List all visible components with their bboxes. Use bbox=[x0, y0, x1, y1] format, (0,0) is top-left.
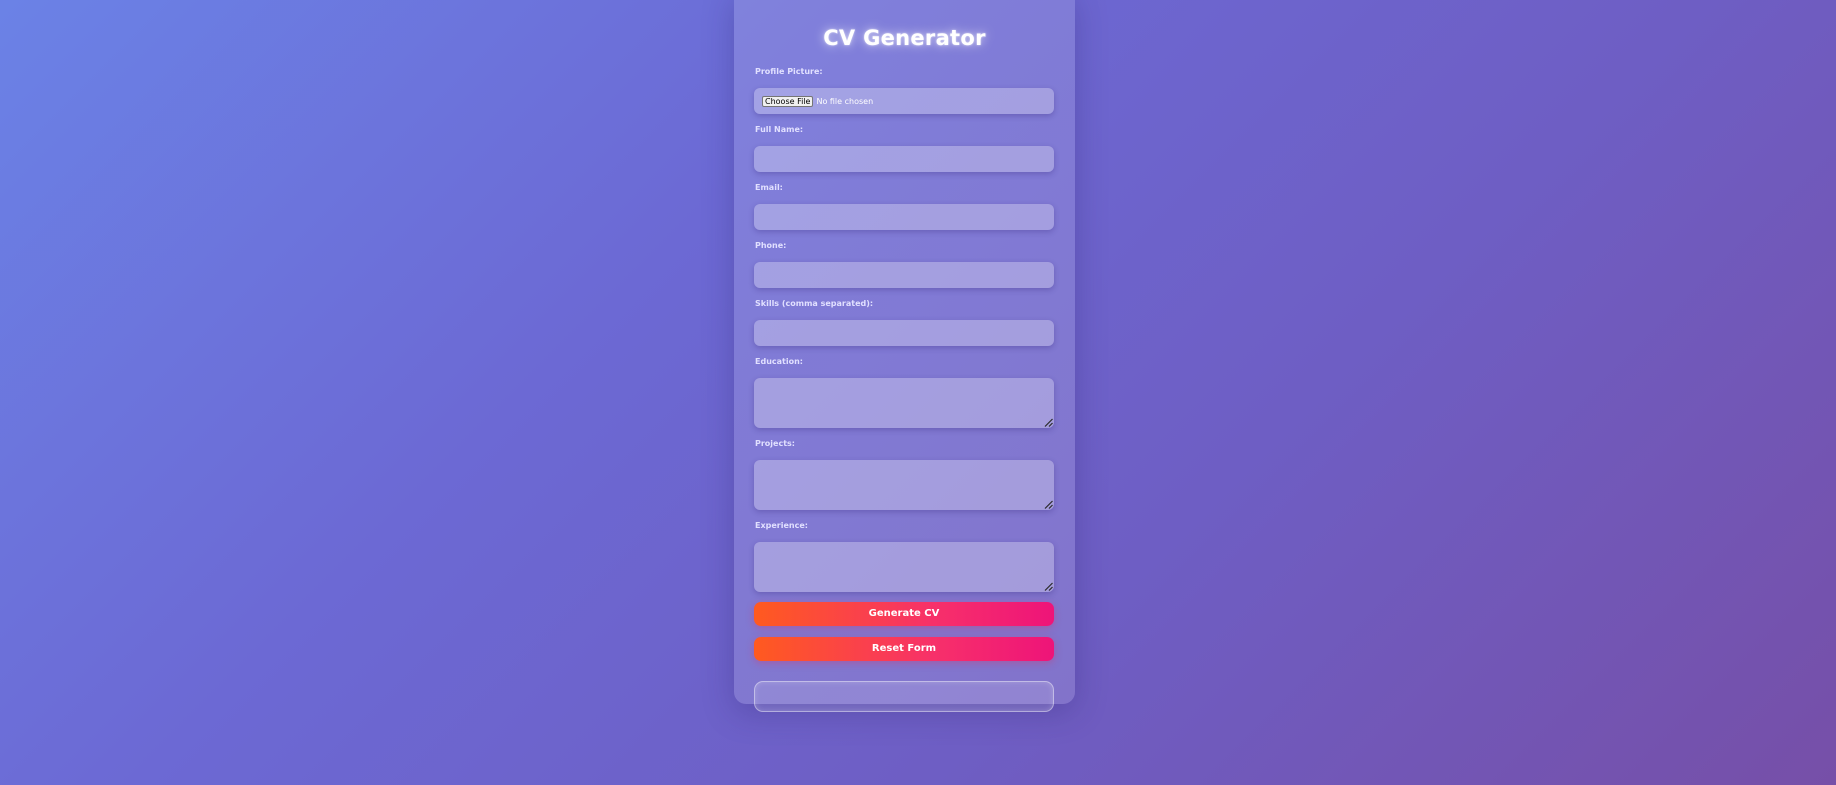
profile-picture-input[interactable]: Choose File No file chosen bbox=[754, 88, 1054, 114]
projects-label: Projects: bbox=[755, 439, 795, 448]
projects-textarea[interactable] bbox=[754, 460, 1054, 510]
education-label: Education: bbox=[755, 357, 803, 366]
full-name-input[interactable] bbox=[754, 146, 1054, 172]
experience-label: Experience: bbox=[755, 521, 808, 530]
skills-input[interactable] bbox=[754, 320, 1054, 346]
education-textarea[interactable] bbox=[754, 378, 1054, 428]
email-label: Email: bbox=[755, 183, 783, 192]
cv-form-card: CV Generator Profile Picture: Choose Fil… bbox=[734, 0, 1075, 712]
generate-cv-button[interactable]: Generate CV bbox=[754, 602, 1054, 626]
phone-input[interactable] bbox=[754, 262, 1054, 288]
resize-grip-icon[interactable] bbox=[1044, 500, 1053, 509]
choose-file-button[interactable]: Choose File bbox=[762, 95, 814, 107]
profile-picture-label: Profile Picture: bbox=[755, 67, 823, 76]
email-input[interactable] bbox=[754, 204, 1054, 230]
resize-grip-icon[interactable] bbox=[1044, 582, 1053, 591]
page-title: CV Generator bbox=[823, 26, 986, 50]
phone-label: Phone: bbox=[755, 241, 787, 250]
skills-label: Skills (comma separated): bbox=[755, 299, 874, 308]
cv-output-box bbox=[754, 681, 1054, 712]
experience-textarea[interactable] bbox=[754, 542, 1054, 592]
file-status-text: No file chosen bbox=[816, 96, 874, 106]
resize-grip-icon[interactable] bbox=[1044, 418, 1053, 427]
reset-form-button[interactable]: Reset Form bbox=[754, 637, 1054, 661]
full-name-label: Full Name: bbox=[755, 125, 804, 134]
